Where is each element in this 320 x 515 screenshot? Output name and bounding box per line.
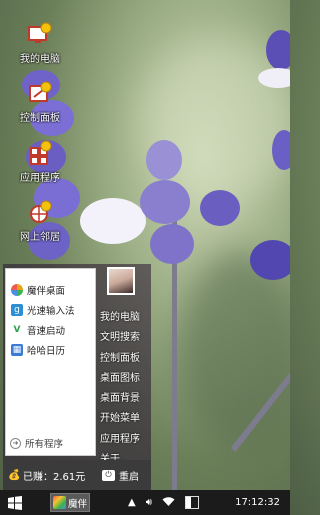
- menu-item-mo-ban-desktop[interactable]: 魔伴桌面: [6, 280, 95, 300]
- restart-label: 重启: [119, 471, 139, 483]
- v-launcher-icon: V: [11, 324, 23, 336]
- restart-button[interactable]: ⏻ 重启: [102, 468, 139, 483]
- network-icon: [26, 198, 54, 226]
- menu-item-label: 音速启动: [27, 326, 66, 337]
- volume-icon[interactable]: 🔊︎: [146, 497, 152, 508]
- clock[interactable]: 17:12:32: [235, 497, 280, 508]
- menu-item-label: 光速输入法: [27, 306, 75, 317]
- menu-link-desktop-icons[interactable]: 桌面图标: [100, 369, 140, 389]
- start-menu-pinned-panel: 魔伴桌面 g 光速输入法 V 音速启动 ▦ 哈哈日历 ➜ 所有程序: [5, 268, 96, 456]
- money-bag-icon: 💰: [8, 469, 21, 481]
- earnings-display: 💰 已赚：2.61元: [8, 468, 85, 483]
- menu-link-start-menu[interactable]: 开始菜单: [100, 409, 140, 429]
- desktop-icon-control-panel[interactable]: 控制面板: [14, 79, 66, 124]
- pinwheel-icon: [11, 284, 23, 296]
- menu-link-my-computer[interactable]: 我的电脑: [100, 308, 140, 328]
- menu-link-search[interactable]: 文明搜索: [100, 328, 140, 348]
- control-panel-icon: [26, 79, 54, 107]
- arrow-right-icon: ➜: [10, 437, 21, 449]
- system-tray: ▲ 🔊︎: [128, 490, 207, 515]
- all-programs-button[interactable]: ➜ 所有程序: [10, 436, 63, 450]
- windows-logo-icon: [8, 495, 22, 510]
- battery-icon[interactable]: [185, 496, 200, 509]
- all-programs-label: 所有程序: [25, 439, 64, 450]
- menu-link-applications[interactable]: 应用程序: [100, 430, 140, 450]
- earnings-label: 已赚：2.61元: [23, 471, 86, 483]
- start-button[interactable]: [0, 490, 30, 515]
- desktop-icon-label: 网上邻居: [20, 232, 60, 243]
- menu-item-label: 哈哈日历: [27, 346, 66, 357]
- desktop-icon-my-computer[interactable]: 我的电脑: [14, 20, 66, 65]
- desktop-icon-label: 控制面板: [20, 113, 60, 124]
- start-menu-links: 我的电脑 文明搜索 控制面板 桌面图标 桌面背景 开始菜单 应用程序 关于...: [100, 308, 140, 470]
- app-icon: [53, 496, 66, 509]
- taskbar-app-label: 魔伴: [68, 498, 88, 510]
- wifi-icon[interactable]: [162, 496, 175, 510]
- desktop-icon-label: 应用程序: [20, 173, 60, 184]
- desktop-icon-network[interactable]: 网上邻居: [14, 198, 66, 243]
- desktop-icon-applications[interactable]: 应用程序: [14, 139, 66, 184]
- menu-item-input-method[interactable]: g 光速输入法: [6, 300, 95, 320]
- start-menu-footer: 💰 已赚：2.61元 ⏻ 重启: [3, 460, 151, 490]
- taskbar-app-mo-ban[interactable]: 魔伴: [50, 493, 90, 512]
- calendar-icon: ▦: [11, 344, 23, 356]
- power-icon: ⏻: [102, 469, 115, 481]
- menu-link-control-panel[interactable]: 控制面板: [100, 349, 140, 369]
- keyboard-g-icon: g: [11, 304, 23, 316]
- menu-link-desktop-background[interactable]: 桌面背景: [100, 389, 140, 409]
- my-computer-icon: [26, 20, 54, 48]
- menu-item-sonic-launcher[interactable]: V 音速启动: [6, 320, 95, 340]
- taskbar: 魔伴 ▲ 🔊︎ 17:12:32: [0, 490, 290, 515]
- menu-item-calendar[interactable]: ▦ 哈哈日历: [6, 340, 95, 360]
- applications-icon: [26, 139, 54, 167]
- avatar[interactable]: [107, 267, 135, 295]
- show-hidden-icons-icon[interactable]: ▲: [128, 497, 136, 508]
- start-menu: 魔伴桌面 g 光速输入法 V 音速启动 ▦ 哈哈日历 ➜ 所有程序 我的电脑 文…: [3, 264, 151, 490]
- desktop-icon-label: 我的电脑: [20, 54, 60, 65]
- menu-item-label: 魔伴桌面: [27, 286, 66, 297]
